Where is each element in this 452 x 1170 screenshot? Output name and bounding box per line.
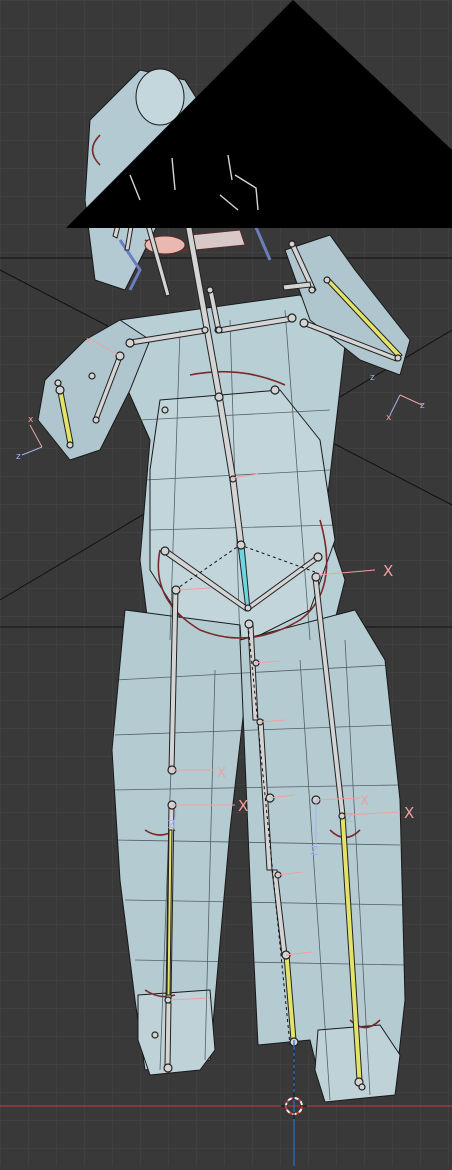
x-axis-label-hand-right: x (386, 413, 392, 423)
viewport-canvas[interactable]: X X X X X Z Z Z z x z x x z (0, 0, 452, 1166)
x-axis-label-knee-left: X (238, 797, 248, 815)
x-axis-label-thigh-left: X (217, 766, 226, 781)
bone-joint[interactable] (151, 1031, 159, 1039)
bone-joint[interactable] (160, 546, 170, 556)
3d-viewport[interactable]: X X X X X Z Z Z z x z x x z (0, 0, 452, 1166)
bone-joint[interactable] (125, 338, 135, 348)
bone-joint[interactable] (308, 286, 316, 294)
bone-joint[interactable] (54, 379, 62, 387)
z-axis-label-wrist-right: z (370, 373, 375, 383)
z-axis-label-hand-left: z (16, 452, 21, 462)
z-axis-label-shin: Z (345, 811, 353, 825)
bone-joint[interactable] (215, 326, 223, 334)
bone-foot-left[interactable] (164, 1002, 172, 1069)
x-axis-label-knee-right: X (360, 794, 369, 809)
bone-joint[interactable] (313, 552, 323, 562)
bone-joint[interactable] (55, 385, 65, 395)
bone-joint[interactable] (92, 416, 100, 424)
bone-joint[interactable] (214, 392, 224, 402)
bone-joint[interactable] (161, 406, 169, 414)
x-axis-label-hip: X (383, 562, 393, 580)
bone-joint[interactable] (244, 619, 254, 629)
bone-joint[interactable] (311, 572, 321, 582)
bone-joint[interactable] (66, 441, 74, 449)
z-axis-label-knee: Z (310, 844, 318, 858)
bone-joint[interactable] (299, 318, 309, 328)
bone-joint[interactable] (88, 372, 96, 380)
bone-joint[interactable] (163, 1063, 173, 1073)
bone-joint[interactable] (206, 286, 214, 294)
x-axis-label-hand-left: x (28, 415, 34, 425)
bone-joint[interactable] (287, 313, 297, 323)
bone-joint[interactable] (244, 604, 252, 612)
left-foot-mesh (137, 989, 216, 1076)
bone-joint[interactable] (115, 351, 125, 361)
bone-joint[interactable] (236, 540, 246, 550)
x-axis-label-arm-left: x (86, 336, 92, 346)
bone-joint[interactable] (358, 1083, 366, 1091)
hood-ear (135, 68, 185, 126)
z-axis-label-hand-right: z (420, 401, 425, 411)
bone-joint[interactable] (201, 326, 209, 334)
x-axis-label-shin-right: X (404, 804, 414, 822)
bone-joint[interactable] (270, 385, 280, 395)
bone-joint[interactable] (323, 276, 331, 284)
bone-joint[interactable] (229, 475, 237, 483)
z-axis-label-leg: Z (168, 818, 176, 831)
bone-joint[interactable] (394, 354, 402, 362)
bone-joint[interactable] (288, 240, 296, 248)
